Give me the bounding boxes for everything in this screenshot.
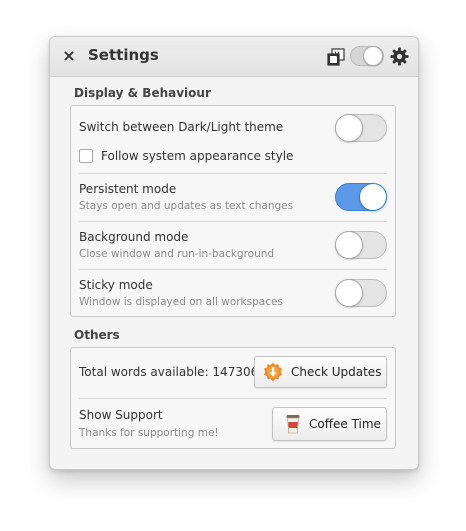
sticky-mode-row: Sticky mode Window is displayed on all w… [71, 270, 395, 318]
coffee-time-button[interactable]: Coffee Time [272, 407, 387, 441]
background-mode-switch[interactable] [335, 231, 387, 259]
sticky-mode-switch[interactable] [335, 279, 387, 307]
gear-icon[interactable] [390, 47, 409, 66]
theme-row: Switch between Dark/Light theme Follow s… [71, 106, 395, 174]
theme-toggle-knob [363, 46, 383, 66]
settings-window: × Settings Display & Behaviour Switch be… [49, 36, 419, 470]
show-support-label: Show Support [79, 408, 163, 422]
display-section-heading: Display & Behaviour [74, 86, 211, 100]
background-mode-label: Background mode [79, 230, 189, 244]
persistent-mode-row: Persistent mode Stays open and updates a… [71, 174, 395, 222]
persistent-mode-label: Persistent mode [79, 182, 177, 196]
title-bar: × Settings [50, 37, 418, 77]
coffee-cup-icon [286, 415, 300, 434]
persistent-mode-description: Stays open and updates as text changes [79, 200, 294, 212]
dark-light-theme-switch[interactable] [335, 114, 387, 142]
close-button[interactable]: × [60, 47, 78, 65]
check-updates-label: Check Updates [291, 365, 382, 379]
persistent-mode-switch[interactable] [335, 183, 387, 211]
show-support-description: Thanks for supporting me! [79, 427, 219, 439]
support-row: Show Support Thanks for supporting me! C… [71, 399, 395, 450]
check-updates-button[interactable]: Check Updates [254, 356, 387, 388]
sticky-mode-description: Window is displayed on all workspaces [79, 296, 283, 308]
background-mode-description: Close window and run-in-background [79, 248, 275, 260]
theme-toggle-switch[interactable] [350, 46, 384, 66]
update-download-icon [264, 362, 282, 382]
dark-light-theme-icon[interactable] [327, 48, 345, 66]
coffee-time-label: Coffee Time [309, 417, 381, 431]
total-words-label: Total words available: 147306 [79, 365, 259, 379]
switch-knob [335, 279, 363, 307]
theme-switch-label: Switch between Dark/Light theme [79, 120, 284, 134]
window-title: Settings [88, 46, 159, 64]
sticky-mode-label: Sticky mode [79, 278, 153, 292]
follow-system-label: Follow system appearance style [101, 149, 294, 163]
words-row: Total words available: 147306 Check Upda… [71, 348, 395, 399]
switch-knob [359, 183, 387, 211]
others-frame: Total words available: 147306 Check Upda… [70, 347, 396, 449]
follow-system-checkbox[interactable] [79, 149, 93, 163]
switch-knob [335, 231, 363, 259]
background-mode-row: Background mode Close window and run-in-… [71, 222, 395, 270]
switch-knob [335, 114, 363, 142]
display-behaviour-frame: Switch between Dark/Light theme Follow s… [70, 105, 396, 317]
others-section-heading: Others [74, 328, 120, 342]
